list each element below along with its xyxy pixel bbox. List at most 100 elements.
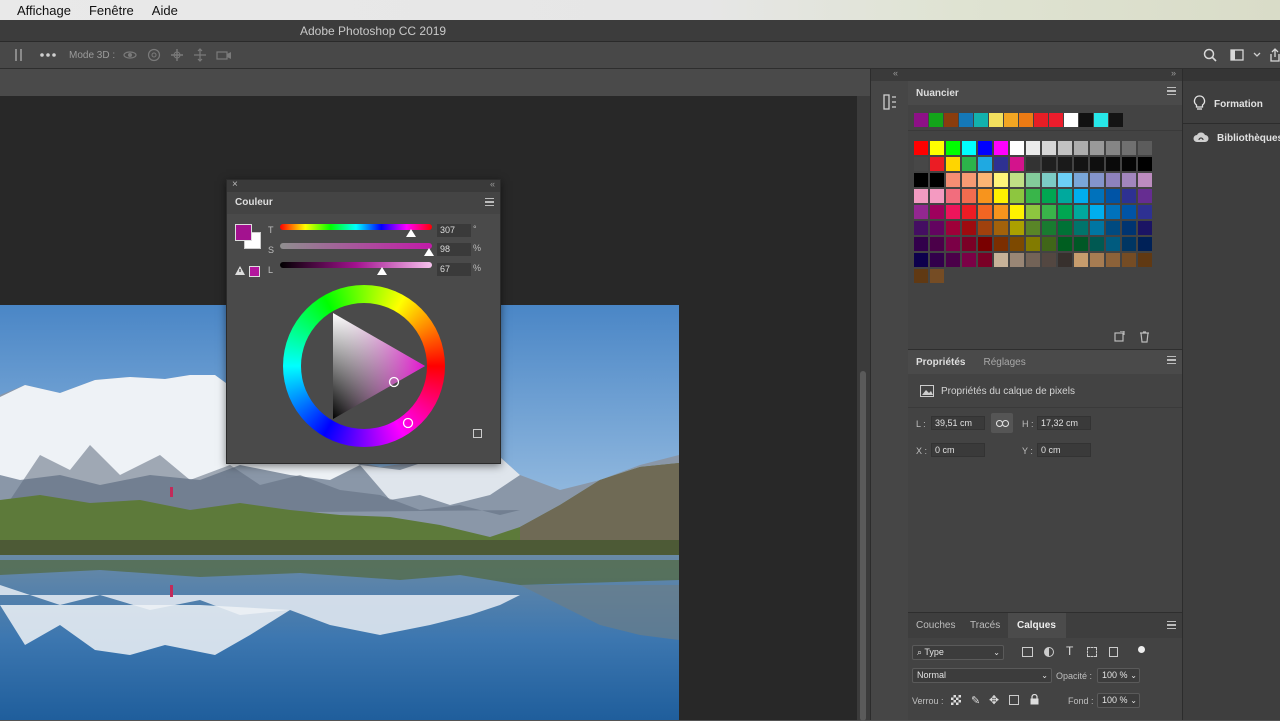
tab-calques[interactable]: Calques bbox=[1017, 620, 1056, 631]
color-swatch[interactable] bbox=[1138, 157, 1152, 171]
color-swatch[interactable] bbox=[946, 141, 960, 155]
color-panel-header-strip[interactable]: × « bbox=[227, 179, 500, 192]
color-swatch[interactable] bbox=[994, 157, 1008, 171]
color-swatch[interactable] bbox=[994, 189, 1008, 203]
recent-swatch[interactable] bbox=[914, 113, 928, 127]
more-icon[interactable] bbox=[40, 47, 56, 63]
tab-couleur[interactable]: Couleur bbox=[235, 197, 273, 208]
hue-field[interactable]: 307 bbox=[437, 224, 471, 237]
color-swatch[interactable] bbox=[1074, 205, 1088, 219]
color-swatch[interactable] bbox=[994, 205, 1008, 219]
color-swatch[interactable] bbox=[1026, 157, 1040, 171]
color-swatch[interactable] bbox=[1026, 189, 1040, 203]
new-swatch-icon[interactable] bbox=[1114, 330, 1125, 345]
color-swatch[interactable] bbox=[962, 205, 976, 219]
menu-affichage[interactable]: Affichage bbox=[17, 3, 71, 18]
filter-toggle-icon[interactable] bbox=[1138, 646, 1145, 653]
luminance-field[interactable]: 67 bbox=[437, 263, 471, 276]
color-swatch[interactable] bbox=[1074, 173, 1088, 187]
tab-couches[interactable]: Couches bbox=[916, 620, 955, 631]
x-field[interactable]: 0 cm bbox=[931, 443, 985, 457]
search-icon[interactable] bbox=[1202, 47, 1218, 63]
workspace-icon[interactable] bbox=[1229, 47, 1245, 63]
color-swatch[interactable] bbox=[1090, 189, 1104, 203]
color-swatch[interactable] bbox=[946, 157, 960, 171]
saturation-field[interactable]: 98 bbox=[437, 243, 471, 256]
color-swatch[interactable] bbox=[1138, 253, 1152, 267]
color-swatch[interactable] bbox=[962, 173, 976, 187]
color-swatch[interactable] bbox=[914, 141, 928, 155]
history-icon[interactable] bbox=[883, 94, 897, 113]
formation-button[interactable]: Formation bbox=[1193, 95, 1263, 114]
opacity-field[interactable]: 100 % ⌄ bbox=[1097, 668, 1140, 683]
scroll-thumb[interactable] bbox=[860, 371, 866, 721]
gamut-warning-icon[interactable] bbox=[235, 266, 245, 278]
color-swatch[interactable] bbox=[914, 269, 928, 283]
color-swatch[interactable] bbox=[946, 253, 960, 267]
recent-swatch[interactable] bbox=[1019, 113, 1033, 127]
color-swatch[interactable] bbox=[1042, 205, 1056, 219]
panel-menu-icon[interactable] bbox=[485, 198, 494, 206]
color-swatch[interactable] bbox=[930, 269, 944, 283]
panel-menu-icon[interactable] bbox=[1167, 356, 1176, 364]
color-swatch[interactable] bbox=[978, 253, 992, 267]
color-swatch[interactable] bbox=[1042, 237, 1056, 251]
color-swatch[interactable] bbox=[1026, 221, 1040, 235]
color-swatch[interactable] bbox=[1122, 157, 1136, 171]
y-field[interactable]: 0 cm bbox=[1037, 443, 1091, 457]
slide-3d-icon[interactable] bbox=[192, 47, 208, 63]
color-swatch[interactable] bbox=[1122, 221, 1136, 235]
recent-swatch[interactable] bbox=[1034, 113, 1048, 127]
color-swatch[interactable] bbox=[1058, 141, 1072, 155]
color-swatch[interactable] bbox=[1122, 205, 1136, 219]
color-swatch[interactable] bbox=[930, 189, 944, 203]
color-swatch[interactable] bbox=[1058, 221, 1072, 235]
luminance-slider[interactable] bbox=[280, 262, 432, 268]
color-swatch[interactable] bbox=[1010, 253, 1024, 267]
tab-proprietes[interactable]: Propriétés bbox=[916, 357, 965, 368]
color-swatch[interactable] bbox=[1026, 141, 1040, 155]
color-swatch[interactable] bbox=[1074, 221, 1088, 235]
recent-swatch[interactable] bbox=[1109, 113, 1123, 127]
color-swatch[interactable] bbox=[978, 205, 992, 219]
color-swatch[interactable] bbox=[1042, 221, 1056, 235]
color-swatch[interactable] bbox=[962, 189, 976, 203]
lock-transparency-icon[interactable] bbox=[951, 695, 961, 705]
filter-adjustment-icon[interactable] bbox=[1044, 647, 1054, 657]
camera-3d-icon[interactable] bbox=[216, 47, 232, 63]
color-swatch[interactable] bbox=[914, 221, 928, 235]
recent-swatch[interactable] bbox=[1094, 113, 1108, 127]
color-swatch[interactable] bbox=[930, 173, 944, 187]
color-swatch[interactable] bbox=[1090, 253, 1104, 267]
color-triangle[interactable] bbox=[283, 285, 445, 447]
color-swatch[interactable] bbox=[962, 141, 976, 155]
color-swatch[interactable] bbox=[1074, 237, 1088, 251]
share-icon[interactable] bbox=[1267, 47, 1280, 63]
color-swatch[interactable] bbox=[914, 157, 928, 171]
color-swatch[interactable] bbox=[1122, 173, 1136, 187]
filter-shape-icon[interactable] bbox=[1087, 647, 1097, 657]
color-swatch[interactable] bbox=[914, 237, 928, 251]
color-swatch[interactable] bbox=[1122, 189, 1136, 203]
color-swatch[interactable] bbox=[1026, 237, 1040, 251]
color-swatch[interactable] bbox=[1106, 205, 1120, 219]
color-swatch[interactable] bbox=[1042, 189, 1056, 203]
color-swatch[interactable] bbox=[1010, 173, 1024, 187]
color-swatch[interactable] bbox=[1058, 237, 1072, 251]
color-swatch[interactable] bbox=[1074, 141, 1088, 155]
color-swatch[interactable] bbox=[1090, 141, 1104, 155]
recent-swatch[interactable] bbox=[1049, 113, 1063, 127]
color-swatch[interactable] bbox=[1042, 141, 1056, 155]
color-swatch[interactable] bbox=[1010, 157, 1024, 171]
recent-swatch[interactable] bbox=[959, 113, 973, 127]
color-swatch[interactable] bbox=[994, 237, 1008, 251]
gamut-swatch[interactable] bbox=[249, 266, 260, 277]
filter-smart-object-icon[interactable] bbox=[1109, 647, 1118, 657]
recent-swatch[interactable] bbox=[944, 113, 958, 127]
color-swatch[interactable] bbox=[946, 173, 960, 187]
color-swatch[interactable] bbox=[946, 205, 960, 219]
color-swatch[interactable] bbox=[1042, 173, 1056, 187]
color-swatch[interactable] bbox=[1138, 189, 1152, 203]
saturation-slider[interactable] bbox=[280, 243, 432, 249]
color-swatch[interactable] bbox=[1106, 173, 1120, 187]
